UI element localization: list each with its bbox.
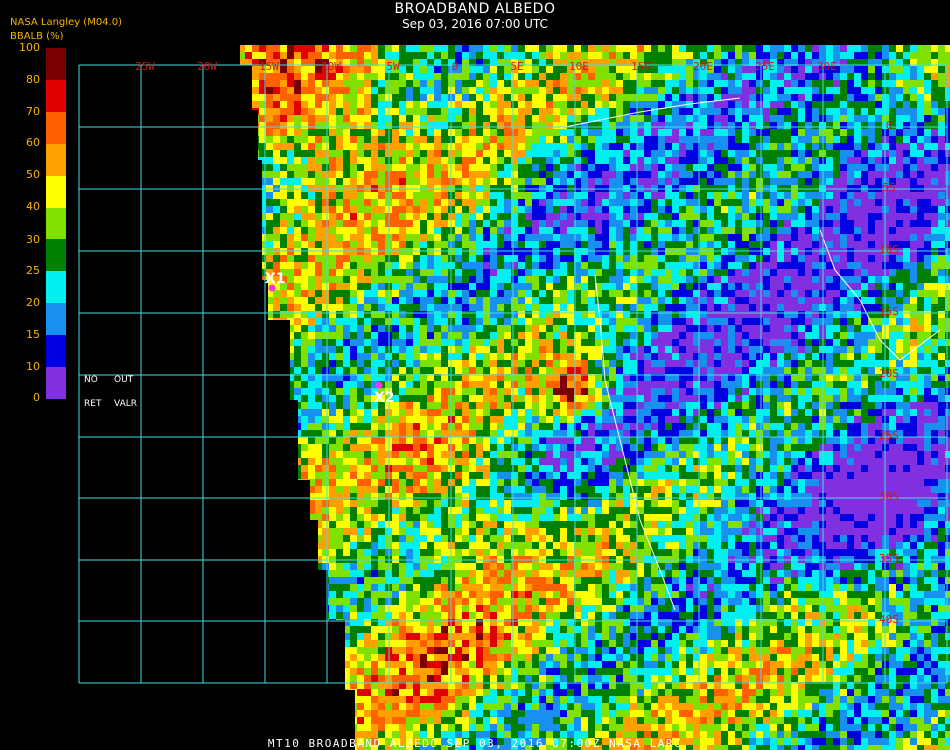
lon-label: 25E [755, 60, 775, 73]
marker-label: X1 [265, 271, 286, 287]
legend-valr-label: VALR [114, 399, 138, 409]
lon-label: 20W [197, 60, 217, 73]
lat-label: 25S [879, 429, 899, 442]
legend-out-label: OUT [114, 375, 134, 385]
marker-label: X2 [374, 390, 395, 406]
lat-label: 15S [879, 305, 899, 318]
lat-label: 5S [882, 181, 895, 194]
lon-label: 25W [135, 60, 155, 73]
lon-label: 5E [510, 60, 523, 73]
lat-label: 10S [879, 243, 899, 256]
footer-caption: MT10 BROADBAND ALBEDO SEP 03, 2016 07:00… [267, 737, 683, 750]
lon-label: 10W [321, 60, 341, 73]
lon-label: 15E [631, 60, 651, 73]
albedo-map: 25W 20W 15W 10W 5W 0 5E 10E 15E 20E 25E 30E 0 5S 10S 15… [78, 45, 950, 750]
lon-label: 15W [259, 60, 279, 73]
legend-no-label: NO [84, 375, 98, 385]
lat-label: 30S [879, 490, 899, 503]
lat-label: 20S [879, 367, 899, 380]
legend-ret-label: RET [84, 399, 102, 409]
lon-label: 0 [452, 60, 459, 73]
lat-label: 0 [886, 119, 893, 132]
lat-label: 40S [879, 613, 899, 626]
lon-label: 5W [386, 60, 400, 73]
lon-label: 20E [693, 60, 713, 73]
lon-label: 30E [817, 60, 837, 73]
lat-label: 35S [879, 552, 899, 565]
lon-label: 10E [569, 60, 589, 73]
albedo-field [240, 45, 950, 750]
marker-dot [375, 381, 383, 389]
